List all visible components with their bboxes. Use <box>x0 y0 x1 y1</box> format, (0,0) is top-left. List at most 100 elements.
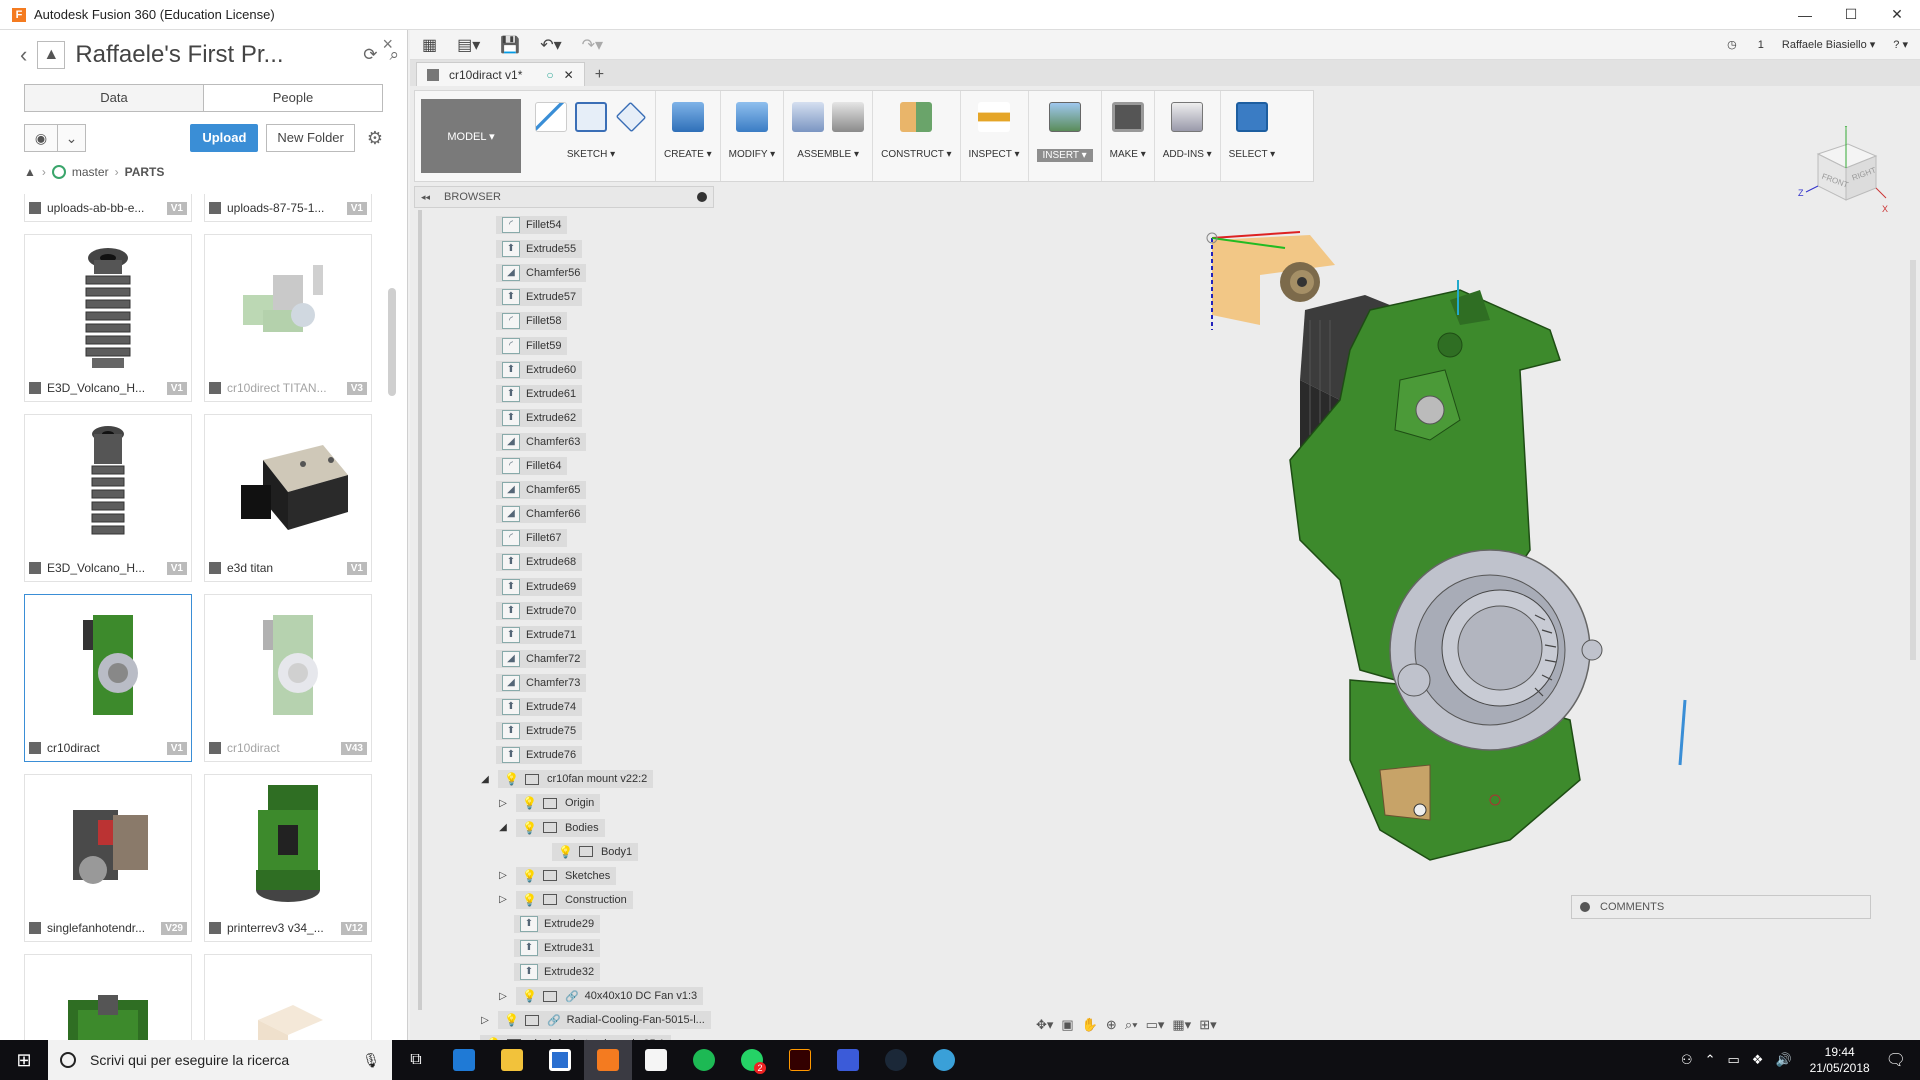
timeline-feature-row[interactable]: ⬆ Extrude75 <box>496 722 583 741</box>
project-home-icon[interactable]: ▲ <box>24 165 36 179</box>
3d-print-icon[interactable] <box>1111 102 1144 132</box>
tree-node[interactable]: ⬆ Extrude32 <box>514 963 601 982</box>
sketch-group[interactable]: SKETCH ▾ <box>527 91 656 181</box>
body-item[interactable]: 💡 Body1 <box>532 842 639 861</box>
timeline-feature-row[interactable]: ⬆ Extrude70 <box>496 601 583 620</box>
visibility-bulb-icon[interactable]: 💡 <box>522 821 537 835</box>
timeline-feature-row[interactable]: ◢ Chamfer66 <box>496 505 587 524</box>
timeline-feature-row[interactable]: ◢ Chamfer63 <box>496 432 587 451</box>
tree-node[interactable]: 💡 Origin <box>516 794 601 813</box>
construct-menu[interactable]: CONSTRUCT ▾ <box>881 149 951 160</box>
create-menu[interactable]: CREATE ▾ <box>664 149 712 160</box>
visibility-bulb-icon[interactable]: 💡 <box>522 893 537 907</box>
close-tab-icon[interactable]: ✕ <box>564 68 574 82</box>
help-menu[interactable]: ? ▾ <box>1893 38 1908 51</box>
people-icon[interactable]: ⚇ <box>1681 1052 1693 1068</box>
view-cube[interactable]: FRONT RIGHT Y X Z <box>1798 122 1888 216</box>
file-card[interactable] <box>24 954 192 1040</box>
feature-item[interactable]: ◢ Chamfer72 <box>496 649 587 668</box>
action-center-icon[interactable]: 🗨 <box>1886 1050 1906 1070</box>
timeline-feature-row[interactable]: ⬆ Extrude76 <box>496 746 583 765</box>
feature-item[interactable]: ⬆ Extrude32 <box>514 963 601 982</box>
upload-button[interactable]: Upload <box>190 124 259 152</box>
timeline-feature-row[interactable]: ⬆ Extrude55 <box>496 240 583 259</box>
tab-people[interactable]: People <box>203 85 382 111</box>
feature-item[interactable]: ⬆ Extrude69 <box>496 577 583 596</box>
measure-icon[interactable] <box>978 102 1011 132</box>
dropbox-icon[interactable]: ❖ <box>1752 1052 1764 1068</box>
linked-component-radial-fan[interactable]: ▷ 💡 🔗 Radial-Cooling-Fan-5015-l... <box>478 1011 711 1030</box>
comments-panel[interactable]: COMMENTS <box>1571 895 1871 919</box>
timeline-feature-row[interactable]: ◢ Chamfer72 <box>496 649 587 668</box>
timeline-feature-row[interactable]: ◜ Fillet64 <box>496 457 568 475</box>
downloader-icon[interactable] <box>824 1040 872 1080</box>
breadcrumb-branch[interactable]: master <box>72 165 109 179</box>
feature-item[interactable]: ◢ Chamfer73 <box>496 673 587 692</box>
file-card[interactable]: uploads-87-75-1... V1 <box>204 194 372 222</box>
file-card[interactable]: printerrev3 v34_... V12 <box>204 774 372 942</box>
refresh-icon[interactable]: ⟳ <box>363 45 377 65</box>
taskbar-search[interactable]: Scrivi qui per eseguire la ricerca 🎙 <box>48 1040 392 1080</box>
timeline-feature-row[interactable]: ◜ Fillet58 <box>496 312 568 331</box>
look-at-icon[interactable]: ▣ <box>1061 1017 1073 1033</box>
inspect-menu[interactable]: INSPECT ▾ <box>969 149 1020 160</box>
tree-node[interactable]: 💡 Sketches <box>516 866 617 885</box>
select-menu[interactable]: SELECT ▾ <box>1229 149 1276 160</box>
visibility-bulb-icon[interactable]: 💡 <box>522 796 537 810</box>
modify-group[interactable]: MODIFY ▾ <box>721 91 785 181</box>
new-component-icon[interactable] <box>792 102 825 132</box>
tree-node[interactable]: 💡 Bodies <box>516 818 605 837</box>
feature-item[interactable]: ⬆ Extrude55 <box>496 240 583 259</box>
tree-node[interactable]: 💡 Construction <box>516 890 633 909</box>
whatsapp-icon[interactable]: 2 <box>728 1040 776 1080</box>
collapse-icon[interactable]: ◂◂ <box>421 192 430 203</box>
tree-node[interactable]: 💡 cr10fan mount v22:2 <box>498 770 654 789</box>
save-icon[interactable]: 💾 <box>500 35 520 55</box>
minimize-button[interactable]: — <box>1782 0 1828 30</box>
project-title[interactable]: Raffaele's First Pr... <box>75 41 351 69</box>
display-settings-icon[interactable]: ▭▾ <box>1146 1017 1165 1033</box>
new-folder-button[interactable]: New Folder <box>266 124 355 152</box>
timeline-feature-row[interactable]: ◢ Chamfer56 <box>496 264 587 283</box>
feature-item[interactable]: ⬆ Extrude60 <box>496 360 583 379</box>
inspect-group[interactable]: INSPECT ▾ <box>961 91 1029 181</box>
maximize-button[interactable]: ☐ <box>1828 0 1874 30</box>
timeline-feature-row[interactable]: ⬆ Extrude60 <box>496 360 583 379</box>
visibility-bulb-icon[interactable]: 💡 <box>522 989 537 1003</box>
taskbar-app-store-icon[interactable] <box>440 1040 488 1080</box>
timeline-feature-row[interactable]: ⬆ Extrude62 <box>496 408 583 427</box>
add-ins-menu[interactable]: ADD-INS ▾ <box>1163 149 1212 160</box>
user-menu[interactable]: Raffaele Biasiello ▾ <box>1782 38 1875 51</box>
feature-item[interactable]: ⬆ Extrude61 <box>496 384 583 403</box>
viewport-scrollbar[interactable] <box>1910 260 1916 660</box>
sticky-notes-icon[interactable] <box>632 1040 680 1080</box>
offset-plane-icon[interactable] <box>900 102 933 132</box>
feature-item[interactable]: ◢ Chamfer56 <box>496 264 587 283</box>
document-tab[interactable]: cr10diract v1* ○ ✕ <box>416 62 585 86</box>
sketch-menu[interactable]: SKETCH ▾ <box>567 149 615 160</box>
select-group[interactable]: SELECT ▾ <box>1221 91 1284 181</box>
feature-item[interactable]: ⬆ Extrude31 <box>514 939 601 957</box>
feature-item[interactable]: ⬆ Extrude70 <box>496 601 583 620</box>
file-card[interactable]: cr10diract V43 <box>204 594 372 762</box>
timeline-feature-row[interactable]: ◜ Fillet54 <box>496 216 568 234</box>
feature-item[interactable]: ◢ Chamfer66 <box>496 505 587 524</box>
task-view-icon[interactable]: ⧉ <box>392 1040 440 1080</box>
zoom-icon[interactable]: ⊕ <box>1106 1017 1117 1033</box>
pan-icon[interactable]: ✋ <box>1082 1017 1098 1033</box>
visibility-bulb-icon[interactable]: 💡 <box>522 869 537 883</box>
file-menu-icon[interactable]: ▤▾ <box>457 35 480 55</box>
steam-icon[interactable] <box>872 1040 920 1080</box>
scrollbar[interactable] <box>388 288 396 396</box>
clock[interactable]: 19:44 21/05/2018 <box>1810 1044 1870 1076</box>
component-cr10fan-mount[interactable]: ◢ 💡 cr10fan mount v22:2 <box>478 770 654 789</box>
workspace-switcher[interactable]: MODEL ▾ <box>421 99 521 173</box>
apps-grid-icon[interactable]: ▦ <box>422 35 437 55</box>
folder-construction[interactable]: ▷ 💡 Construction <box>496 890 633 909</box>
insert-group[interactable]: INSERT ▾ <box>1029 91 1102 181</box>
feature-item[interactable]: ◢ Chamfer63 <box>496 432 587 451</box>
tree-node[interactable]: 💡 🔗 40x40x10 DC Fan v1:3 <box>516 987 704 1006</box>
collapse-browser-icon[interactable] <box>697 192 707 202</box>
tab-data[interactable]: Data <box>25 85 203 111</box>
feature-item[interactable]: ⬆ Extrude62 <box>496 408 583 427</box>
